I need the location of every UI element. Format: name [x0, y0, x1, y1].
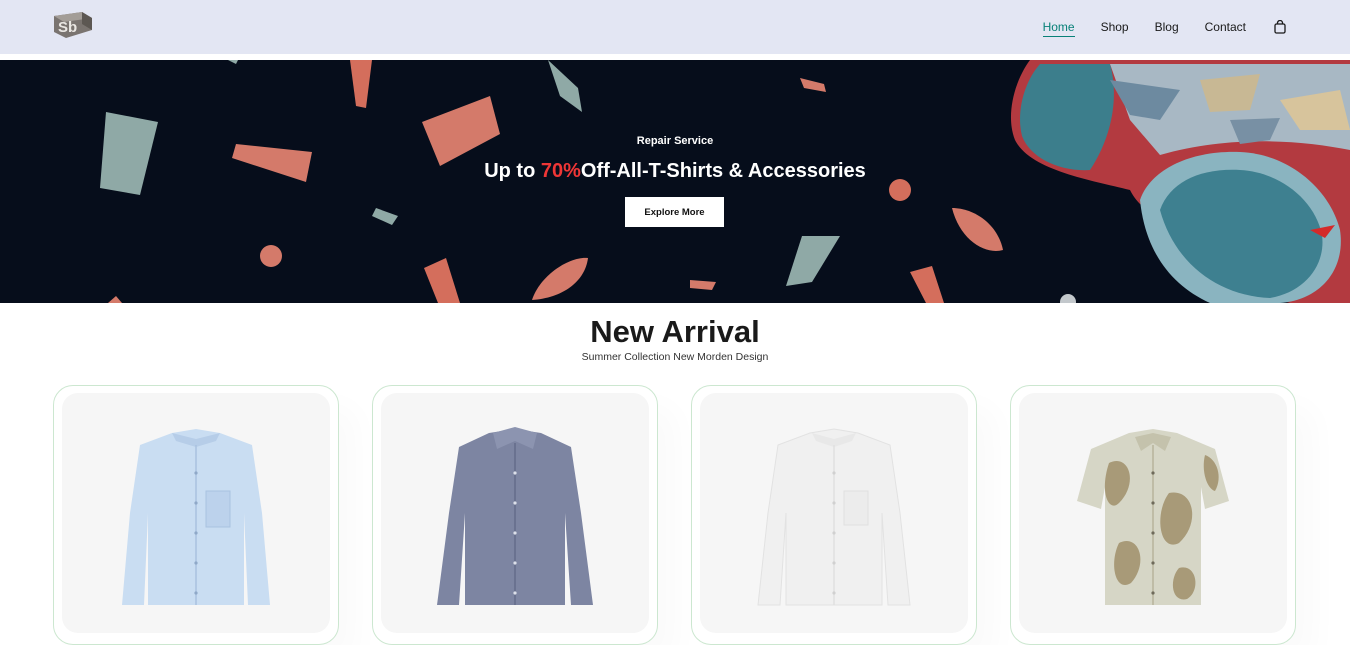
main-nav: Home Shop Blog Contact — [1017, 0, 1286, 54]
site-header: Sb Home Shop Blog Contact — [0, 0, 1350, 54]
hero-title-highlight: 70% — [540, 160, 581, 182]
product-image-printed-short-sleeve-shirt[interactable] — [1019, 393, 1287, 633]
hero-content: Repair Service Up to 70%Off-All-T-Shirts… — [0, 60, 1350, 303]
explore-more-button[interactable]: Explore More — [625, 197, 724, 227]
product-image-white-shirt[interactable] — [700, 393, 968, 633]
hero-subtitle: Repair Service — [636, 135, 714, 147]
nav-contact[interactable]: Contact — [1205, 20, 1246, 34]
product-card[interactable] — [1010, 385, 1296, 645]
product-card[interactable] — [372, 385, 658, 645]
hero-title-prefix: Up to — [484, 160, 541, 182]
section-subtitle: Summer Collection New Morden Design — [581, 351, 769, 363]
logo[interactable]: Sb — [52, 10, 94, 40]
shopping-bag-icon[interactable] — [1274, 20, 1286, 34]
product-card[interactable] — [53, 385, 339, 645]
hero-title: Up to 70%Off-All-T-Shirts & Accessories — [0, 160, 1350, 183]
nav-home[interactable]: Home — [1042, 20, 1075, 37]
nav-blog[interactable]: Blog — [1155, 20, 1179, 34]
section-title: New Arrival — [590, 314, 760, 349]
hero-banner: Repair Service Up to 70%Off-All-T-Shirts… — [0, 60, 1350, 303]
hero-title-suffix: Off-All-T-Shirts & Accessories — [580, 160, 866, 182]
svg-text:Sb: Sb — [58, 19, 77, 36]
nav-shop[interactable]: Shop — [1101, 20, 1129, 34]
product-image-light-blue-shirt[interactable] — [62, 393, 330, 633]
product-card[interactable] — [691, 385, 977, 645]
product-image-navy-check-shirt[interactable] — [381, 393, 649, 633]
